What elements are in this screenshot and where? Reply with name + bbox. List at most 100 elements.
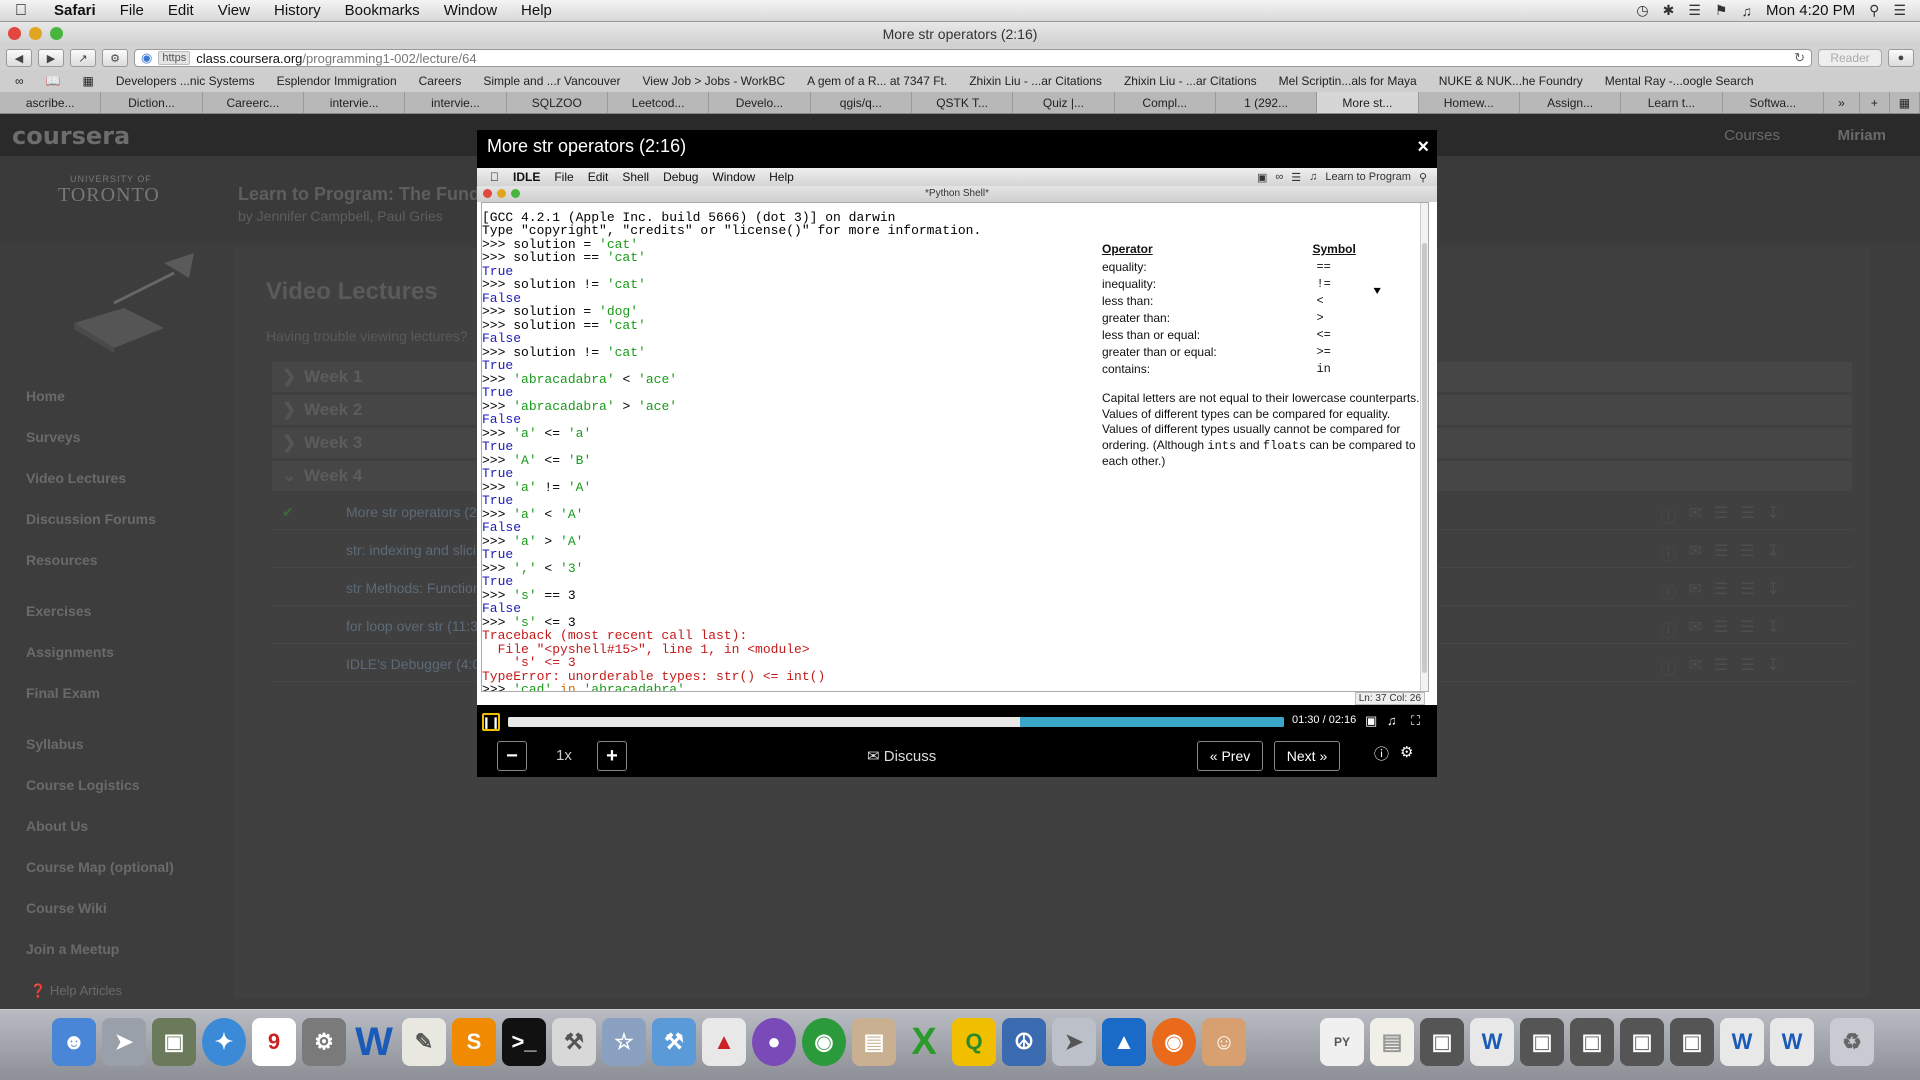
lecture-title[interactable]: for loop over str (11:3	[346, 618, 478, 634]
slides-icon[interactable]: ☰	[1714, 579, 1728, 603]
sidebar-item-course-logistics[interactable]: Course Logistics	[26, 777, 140, 793]
info-icon[interactable]: ⓘ	[1660, 541, 1676, 565]
discussion-icon[interactable]: ✉	[1689, 617, 1702, 641]
reading-list-icon[interactable]: ∞	[4, 74, 35, 88]
tab[interactable]: Homew...	[1419, 92, 1520, 113]
eclipse-icon[interactable]: ●	[752, 1018, 796, 1066]
lecture-title[interactable]: More str operators (2	[346, 504, 477, 520]
prev-button[interactable]: « Prev	[1197, 741, 1263, 771]
download-icon[interactable]: ↧	[1767, 541, 1780, 565]
sidebar-item-video-lectures[interactable]: Video Lectures	[26, 470, 126, 486]
bookmark-item[interactable]: A gem of a R... at 7347 Ft.	[796, 74, 958, 88]
preview-icon[interactable]: ☆	[602, 1018, 646, 1066]
tab[interactable]: Quiz |...	[1013, 92, 1115, 113]
lecture-title[interactable]: str Methods: Function	[346, 580, 481, 596]
python-doc-icon[interactable]: PY	[1320, 1018, 1364, 1066]
new-tab-button[interactable]: +	[1860, 92, 1890, 113]
apple-icon[interactable]: 	[0, 2, 42, 20]
tab[interactable]: Leetcod...	[608, 92, 710, 113]
speed-down-button[interactable]: −	[497, 741, 527, 771]
window-thumb-icon[interactable]: ▣	[1620, 1018, 1664, 1066]
tab[interactable]: SQLZOO	[507, 92, 608, 113]
trash-icon[interactable]: ♻	[1830, 1018, 1874, 1066]
notification-icon[interactable]: ☰	[1893, 2, 1906, 19]
sidebar-item-home[interactable]: Home	[26, 388, 65, 404]
courses-link[interactable]: Courses	[1724, 127, 1780, 144]
discuss-button[interactable]: ✉ Discuss	[867, 747, 936, 765]
sublime-icon[interactable]: S	[452, 1018, 496, 1066]
progress-bar[interactable]	[508, 717, 1284, 727]
download-icon[interactable]: ↧	[1767, 655, 1780, 679]
tab-overflow-icon[interactable]: »	[1824, 92, 1860, 113]
time-machine-icon[interactable]: ◷	[1636, 2, 1648, 19]
flag-icon[interactable]: ⚑	[1715, 2, 1728, 19]
word-doc-icon[interactable]: W	[1720, 1018, 1764, 1066]
menu-bookmarks[interactable]: Bookmarks	[333, 2, 432, 19]
discussion-icon[interactable]: ✉	[1689, 655, 1702, 679]
word-doc-icon[interactable]: W	[1770, 1018, 1814, 1066]
slides-icon[interactable]: ☰	[1714, 617, 1728, 641]
window-thumb-icon[interactable]: ▣	[1670, 1018, 1714, 1066]
tab[interactable]: Assign...	[1520, 92, 1622, 113]
window-thumb-icon[interactable]: ▣	[1570, 1018, 1614, 1066]
menu-app[interactable]: Safari	[42, 2, 108, 19]
coursera-logo[interactable]: coursera	[12, 122, 130, 150]
lecture-title[interactable]: str: indexing and slici	[346, 542, 476, 558]
forward-button[interactable]: ▶	[38, 49, 64, 67]
zoom-window-icon[interactable]	[50, 27, 63, 40]
info-icon[interactable]: ⓘ	[1660, 617, 1676, 641]
course-title[interactable]: Learn to Program: The Fund	[238, 184, 480, 205]
menubar-clock[interactable]: Mon 4:20 PM	[1766, 2, 1855, 19]
menu-window[interactable]: Window	[432, 2, 509, 19]
word-icon[interactable]: W	[352, 1018, 396, 1066]
tab[interactable]: Compl...	[1115, 92, 1216, 113]
tab[interactable]: ascribe...	[0, 92, 102, 113]
minimize-window-icon[interactable]	[29, 27, 42, 40]
qgis-icon[interactable]: Q	[952, 1018, 996, 1066]
help-articles-link[interactable]: ❓ Help Articles	[30, 983, 122, 999]
utilities-icon[interactable]: ⚒	[552, 1018, 596, 1066]
sidebar-item-syllabus[interactable]: Syllabus	[26, 736, 84, 752]
subtitles-icon[interactable]: ☰	[1740, 655, 1754, 679]
sidebar-item-resources[interactable]: Resources	[26, 552, 98, 568]
tab-active[interactable]: More st...	[1317, 92, 1419, 113]
tab[interactable]: Learn t...	[1621, 92, 1723, 113]
tab[interactable]: intervie...	[304, 92, 406, 113]
fullscreen-icon[interactable]: ⛶	[1411, 713, 1420, 729]
info-icon[interactable]: ⓘ	[1660, 579, 1676, 603]
subtitles-icon[interactable]: ☰	[1740, 617, 1754, 641]
share-button[interactable]: ↗	[70, 49, 96, 67]
reload-icon[interactable]: ↻	[1794, 50, 1805, 66]
close-modal-button[interactable]: ×	[1417, 136, 1429, 159]
top-sites-icon[interactable]: ▦	[72, 74, 105, 88]
captions-icon[interactable]: ▣	[1365, 713, 1377, 729]
download-icon[interactable]: ↧	[1767, 579, 1780, 603]
discussion-icon[interactable]: ✉	[1689, 503, 1702, 527]
pause-button[interactable]: ❙❙	[482, 713, 500, 731]
window-thumb-icon[interactable]: ▣	[1520, 1018, 1564, 1066]
info-icon[interactable]: ⓘ	[1660, 503, 1676, 527]
bookmark-item[interactable]: NUKE & NUK...he Foundry	[1428, 74, 1594, 88]
sidebar-item-discussion-forums[interactable]: Discussion Forums	[26, 511, 156, 527]
slides-icon[interactable]: ☰	[1714, 655, 1728, 679]
info-icon[interactable]: ⓘ	[1660, 655, 1676, 679]
user-menu[interactable]: Miriam	[1838, 127, 1886, 144]
excel-icon[interactable]: X	[902, 1018, 946, 1066]
acrobat-icon[interactable]: ▲	[702, 1018, 746, 1066]
bookmark-item[interactable]: Developers ...nic Systems	[105, 74, 266, 88]
tab[interactable]: Diction...	[101, 92, 203, 113]
download-button[interactable]: ●	[1888, 49, 1914, 67]
window-thumb-icon[interactable]: ▣	[1420, 1018, 1464, 1066]
sidebar-item-surveys[interactable]: Surveys	[26, 429, 80, 445]
word-doc-icon[interactable]: W	[1470, 1018, 1514, 1066]
rocket-icon[interactable]: ➤	[1052, 1018, 1096, 1066]
slides-icon[interactable]: ☰	[1714, 503, 1728, 527]
bookmarks-icon[interactable]: 📖	[35, 74, 72, 88]
textedit-icon[interactable]: ✎	[402, 1018, 446, 1066]
menu-file[interactable]: File	[108, 2, 156, 19]
settings-icon[interactable]: ⚙	[1400, 743, 1413, 761]
speed-up-button[interactable]: +	[597, 741, 627, 771]
maya-icon[interactable]: ▲	[1102, 1018, 1146, 1066]
trouble-link[interactable]: Having trouble viewing lectures?	[266, 328, 468, 344]
launchpad-icon[interactable]: ➤	[102, 1018, 146, 1066]
